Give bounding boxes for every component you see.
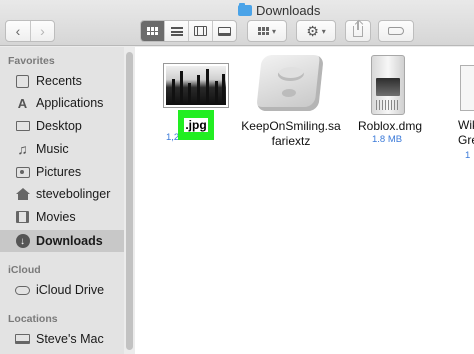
- desktop-icon: [15, 119, 30, 134]
- sidebar-item-label: Pictures: [36, 165, 82, 179]
- file-name-clipped: Wikih Green.: [458, 118, 474, 148]
- sidebar-item-pictures[interactable]: Pictures: [0, 161, 124, 183]
- sidebar-item-home[interactable]: stevebolinger: [0, 183, 124, 205]
- sidebar-item-label: Movies: [36, 210, 76, 224]
- chevron-down-icon: ▾: [321, 26, 326, 36]
- window-title-label: Downloads: [256, 2, 321, 18]
- sidebar-item-music[interactable]: ♫ Music: [0, 138, 124, 160]
- computer-icon: [15, 332, 30, 347]
- pictures-icon: [15, 165, 30, 180]
- tag-icon: [388, 27, 404, 35]
- columns-icon: [194, 26, 207, 36]
- sidebar-item-downloads[interactable]: ↓ Downloads: [0, 230, 124, 252]
- disk-image-icon[interactable]: [371, 55, 405, 115]
- sidebar-item-icloud-drive[interactable]: iCloud Drive: [0, 279, 124, 301]
- sidebar-item-desktop[interactable]: Desktop: [0, 115, 124, 137]
- share-button[interactable]: [345, 20, 371, 42]
- back-button[interactable]: ‹: [6, 21, 30, 41]
- file-name-line1: Wikih: [458, 118, 474, 132]
- finder-window: Downloads ‹ › ▾ ⚙ ▾ Favorites Recents A …: [0, 0, 474, 354]
- tags-button[interactable]: [378, 20, 414, 42]
- sidebar-item-label: Steve's Mac: [36, 332, 104, 346]
- file-size-clipped: 1: [465, 150, 471, 161]
- sidebar-item-movies[interactable]: Movies: [0, 206, 124, 228]
- list-icon: [170, 26, 183, 36]
- file-grid: 1,2 .jpg KeepOnSmiling.sa fariextz Roblo…: [135, 47, 474, 354]
- movies-icon: [15, 210, 30, 225]
- sidebar-item-label: iCloud Drive: [36, 283, 105, 297]
- file-name-line1: KeepOnSmiling.sa: [241, 119, 341, 133]
- file-name: Roblox.dmg: [357, 119, 423, 133]
- list-view-button[interactable]: [164, 21, 188, 41]
- file-name-line2: Green.: [458, 133, 474, 147]
- file-name-line2: fariextz: [271, 134, 311, 148]
- sidebar-item-label: Downloads: [36, 234, 103, 248]
- chevron-down-icon: ▾: [271, 26, 276, 36]
- sidebar-item-label: Desktop: [36, 119, 82, 133]
- gallery-icon: [218, 26, 231, 36]
- webloc-icon[interactable]: [256, 55, 324, 111]
- downloads-icon: ↓: [15, 234, 30, 249]
- music-icon: ♫: [17, 141, 28, 157]
- document-icon[interactable]: [460, 65, 474, 111]
- toolbar: Downloads ‹ › ▾ ⚙ ▾: [0, 0, 474, 46]
- file-name-obscured: [172, 118, 175, 133]
- home-icon: [15, 187, 30, 202]
- icon-view-button[interactable]: [141, 21, 164, 41]
- sidebar-item-label: stevebolinger: [36, 187, 111, 201]
- sidebar-item-label: Recents: [36, 74, 82, 88]
- sidebar-item-label: Applications: [36, 96, 104, 110]
- share-icon: [353, 20, 363, 37]
- gallery-view-button[interactable]: [212, 21, 236, 41]
- group-by-button[interactable]: ▾: [247, 20, 287, 42]
- window-title: Downloads: [238, 2, 320, 18]
- grid-icon: [147, 27, 158, 35]
- recents-icon: [15, 74, 30, 89]
- rename-highlight[interactable]: .jpg: [178, 110, 214, 140]
- folder-icon: [238, 2, 252, 16]
- navigation-buttons: ‹ ›: [5, 20, 55, 42]
- column-view-button[interactable]: [188, 21, 212, 41]
- image-thumbnail[interactable]: [164, 64, 228, 107]
- sidebar-item-steves-mac[interactable]: Steve's Mac: [0, 328, 124, 350]
- cloud-icon: [15, 283, 30, 298]
- sidebar-scrollbar[interactable]: [126, 52, 133, 350]
- sidebar-item-label: Music: [36, 142, 69, 156]
- favorites-header: Favorites: [8, 55, 55, 67]
- sidebar-item-applications[interactable]: A Applications: [0, 92, 124, 114]
- grid-icon: [257, 27, 269, 35]
- action-button[interactable]: ⚙ ▾: [296, 20, 336, 42]
- icloud-header: iCloud: [8, 264, 41, 276]
- rename-field[interactable]: .jpg: [184, 118, 208, 132]
- forward-button[interactable]: ›: [29, 21, 54, 41]
- locations-header: Locations: [8, 313, 58, 325]
- view-switcher: [140, 20, 237, 42]
- chevron-right-icon: ›: [40, 23, 45, 39]
- chevron-left-icon: ‹: [15, 23, 21, 39]
- applications-icon: A: [17, 95, 28, 111]
- gear-icon: ⚙: [306, 23, 319, 39]
- sidebar-item-recents[interactable]: Recents: [0, 70, 124, 92]
- file-size: 1.8 MB: [372, 134, 403, 145]
- file-name: KeepOnSmiling.sa fariextz: [241, 119, 341, 149]
